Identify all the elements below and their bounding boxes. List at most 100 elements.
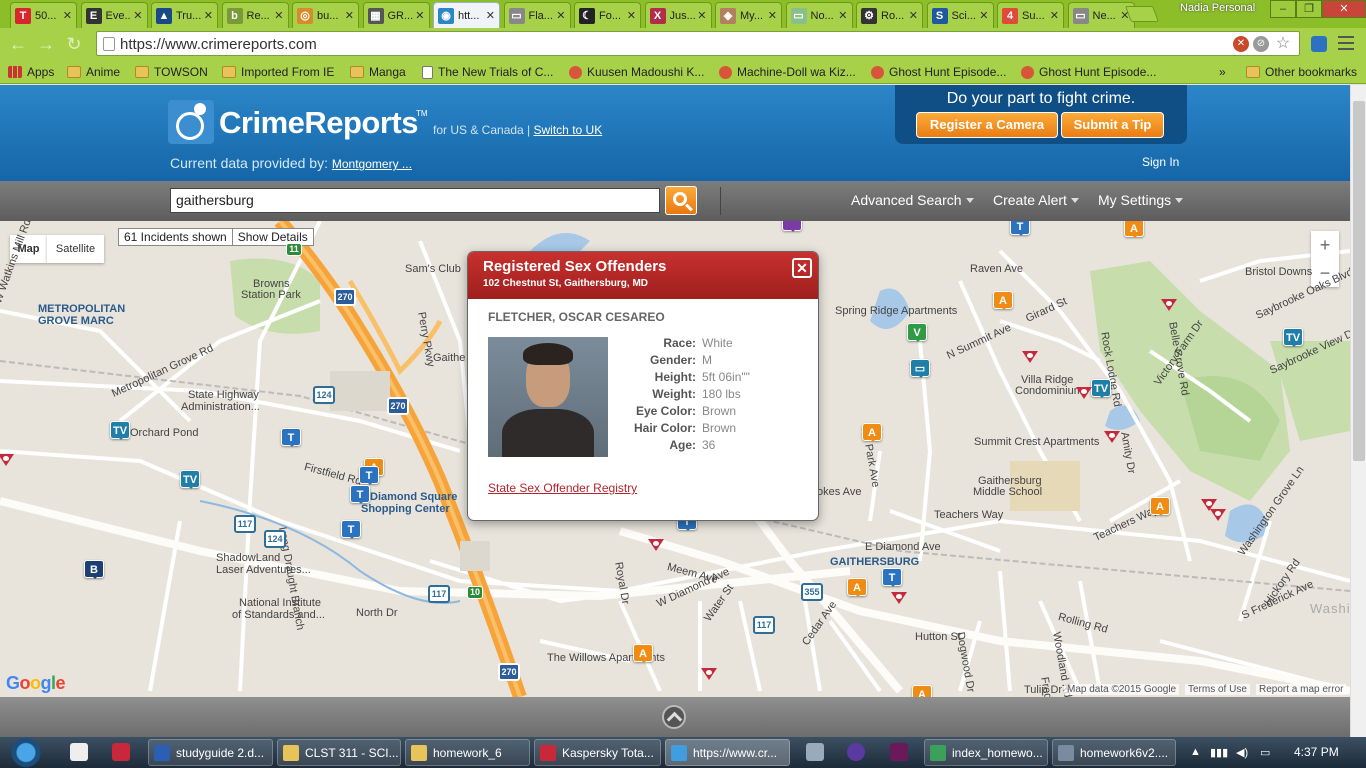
taskbar-window-button[interactable]: index_homewo...: [924, 739, 1048, 766]
sex-offender-marker[interactable]: [701, 668, 717, 680]
browser-tab[interactable]: ☾ Fo... ✕: [574, 2, 641, 28]
vehicle-theft-marker[interactable]: TV: [180, 470, 200, 489]
submit-tip-button[interactable]: Submit a Tip: [1061, 112, 1164, 138]
bookmark-item[interactable]: Manga: [350, 63, 406, 81]
tab-close-icon[interactable]: ✕: [274, 9, 283, 22]
theft-marker[interactable]: T: [882, 568, 902, 587]
extension-shield-icon[interactable]: [1311, 36, 1327, 52]
indesign-icon[interactable]: [890, 743, 908, 761]
sex-offender-marker[interactable]: [1022, 351, 1038, 363]
profile-name[interactable]: Nadia Personal: [1180, 2, 1255, 14]
tab-close-icon[interactable]: ✕: [979, 9, 988, 22]
theft-marker[interactable]: T: [359, 466, 379, 485]
vehicle-theft-marker[interactable]: TV: [1283, 328, 1303, 347]
tab-close-icon[interactable]: ✕: [768, 9, 777, 22]
calculator-icon[interactable]: [806, 743, 824, 761]
tab-close-icon[interactable]: ✕: [697, 9, 706, 22]
pinned-app-icon[interactable]: [70, 743, 88, 761]
sex-offender-marker[interactable]: [0, 454, 14, 466]
taskbar-window-button[interactable]: CLST 311 - SCI...: [277, 739, 401, 766]
browser-tab[interactable]: ▭ Fla... ✕: [503, 2, 571, 28]
acrobat-icon[interactable]: [112, 743, 130, 761]
scrollbar-thumb[interactable]: [1353, 101, 1365, 461]
address-bar[interactable]: https://www.crimereports.com ✕ ⊘ ☆: [96, 31, 1300, 56]
bookmark-item[interactable]: Kuusen Madoushi K...: [569, 63, 704, 81]
crimereports-logo-icon[interactable]: [168, 100, 214, 144]
other-bookmarks[interactable]: Other bookmarks: [1246, 63, 1357, 81]
minimize-button[interactable]: –: [1270, 0, 1296, 18]
network-icon[interactable]: ▮▮▮: [1210, 746, 1228, 759]
adblock-icon[interactable]: ✕: [1233, 36, 1249, 52]
vehicle-theft-marker[interactable]: TV: [1091, 379, 1111, 398]
switch-to-uk-link[interactable]: Switch to UK: [534, 123, 603, 137]
extension-icon[interactable]: ⊘: [1253, 36, 1269, 52]
browser-tab[interactable]: ▭ No... ✕: [785, 2, 853, 28]
theft-marker[interactable]: T: [281, 428, 301, 447]
browser-tab[interactable]: ⚙ Ro... ✕: [856, 2, 923, 28]
tab-close-icon[interactable]: ✕: [486, 9, 495, 22]
sex-offender-marker[interactable]: [1210, 509, 1226, 521]
forward-icon[interactable]: →: [36, 34, 56, 54]
advanced-search-menu[interactable]: Advanced Search: [851, 192, 974, 208]
theft-marker[interactable]: T: [341, 520, 361, 539]
tab-close-icon[interactable]: ✕: [63, 9, 72, 22]
browser-tab[interactable]: ◎ bu... ✕: [292, 2, 359, 28]
tab-close-icon[interactable]: ✕: [627, 9, 636, 22]
my-settings-menu[interactable]: My Settings: [1098, 192, 1184, 208]
volume-icon[interactable]: ◀): [1236, 746, 1248, 759]
other-incident-marker[interactable]: ▭: [910, 359, 930, 378]
tab-close-icon[interactable]: ✕: [133, 9, 142, 22]
browser-tab[interactable]: ▲ Tru... ✕: [151, 2, 218, 28]
tab-close-icon[interactable]: ✕: [415, 9, 424, 22]
taskbar-window-button[interactable]: https://www.cr...: [665, 739, 790, 766]
power-icon[interactable]: ▭: [1260, 746, 1270, 759]
bookmark-item[interactable]: Ghost Hunt Episode...: [871, 63, 1006, 81]
page-scrollbar[interactable]: [1350, 85, 1366, 737]
sex-offender-marker[interactable]: [891, 592, 907, 604]
browser-tab[interactable]: b Re... ✕: [221, 2, 289, 28]
google-logo[interactable]: Google: [6, 673, 66, 694]
tab-close-icon[interactable]: ✕: [345, 9, 354, 22]
close-icon[interactable]: ✕: [792, 258, 812, 278]
browser-tab[interactable]: ◉ htt... ✕: [433, 2, 500, 28]
expand-panel-icon[interactable]: [662, 705, 686, 729]
tray-arrow-icon[interactable]: ▲: [1190, 746, 1201, 758]
search-button[interactable]: [665, 186, 697, 215]
tab-close-icon[interactable]: ✕: [1050, 9, 1059, 22]
assault-marker[interactable]: [782, 221, 802, 232]
tab-close-icon[interactable]: ✕: [909, 9, 918, 22]
tab-close-icon[interactable]: ✕: [204, 9, 213, 22]
bookmark-star-icon[interactable]: ☆: [1275, 36, 1291, 52]
taskbar-window-button[interactable]: Kaspersky Tota...: [534, 739, 661, 766]
browser-tab[interactable]: 4 Su... ✕: [997, 2, 1064, 28]
reload-icon[interactable]: ↻: [64, 34, 84, 54]
browser-tab[interactable]: X Jus... ✕: [644, 2, 712, 28]
location-search-input[interactable]: gaithersburg: [170, 188, 660, 213]
sign-in-link[interactable]: Sign In: [1142, 155, 1179, 169]
theft-marker[interactable]: T: [1010, 221, 1030, 236]
browser-tab[interactable]: ▦ GR... ✕: [362, 2, 430, 28]
browser-tab[interactable]: T 50... ✕: [10, 2, 77, 28]
app-icon[interactable]: [847, 743, 865, 761]
arrest-marker[interactable]: A: [1124, 221, 1144, 238]
terms-of-use-link[interactable]: Terms of Use: [1185, 684, 1250, 695]
back-icon[interactable]: ←: [8, 34, 28, 54]
vehicle-theft-marker[interactable]: TV: [110, 421, 130, 440]
tab-close-icon[interactable]: ✕: [556, 9, 565, 22]
taskbar-window-button[interactable]: homework_6: [405, 739, 530, 766]
zoom-in-button[interactable]: +: [1311, 231, 1339, 259]
bookmark-item[interactable]: TOWSON: [135, 63, 208, 81]
create-alert-menu[interactable]: Create Alert: [993, 192, 1079, 208]
close-window-button[interactable]: ✕: [1322, 0, 1366, 18]
taskbar-window-button[interactable]: homework6v2....: [1052, 739, 1176, 766]
report-map-error-link[interactable]: Report a map error: [1256, 684, 1347, 695]
arrest-marker[interactable]: A: [912, 685, 932, 697]
register-camera-button[interactable]: Register a Camera: [916, 112, 1058, 138]
burglary-marker[interactable]: B: [84, 560, 104, 579]
crime-map[interactable]: Map Satellite 61 Incidents shown Show De…: [0, 221, 1350, 697]
taskbar-window-button[interactable]: studyguide 2.d...: [148, 739, 273, 766]
new-tab-button[interactable]: [1125, 6, 1159, 22]
map-type-satellite[interactable]: Satellite: [47, 235, 104, 263]
arrest-marker[interactable]: A: [633, 644, 653, 663]
sex-offender-marker[interactable]: [1161, 299, 1177, 311]
